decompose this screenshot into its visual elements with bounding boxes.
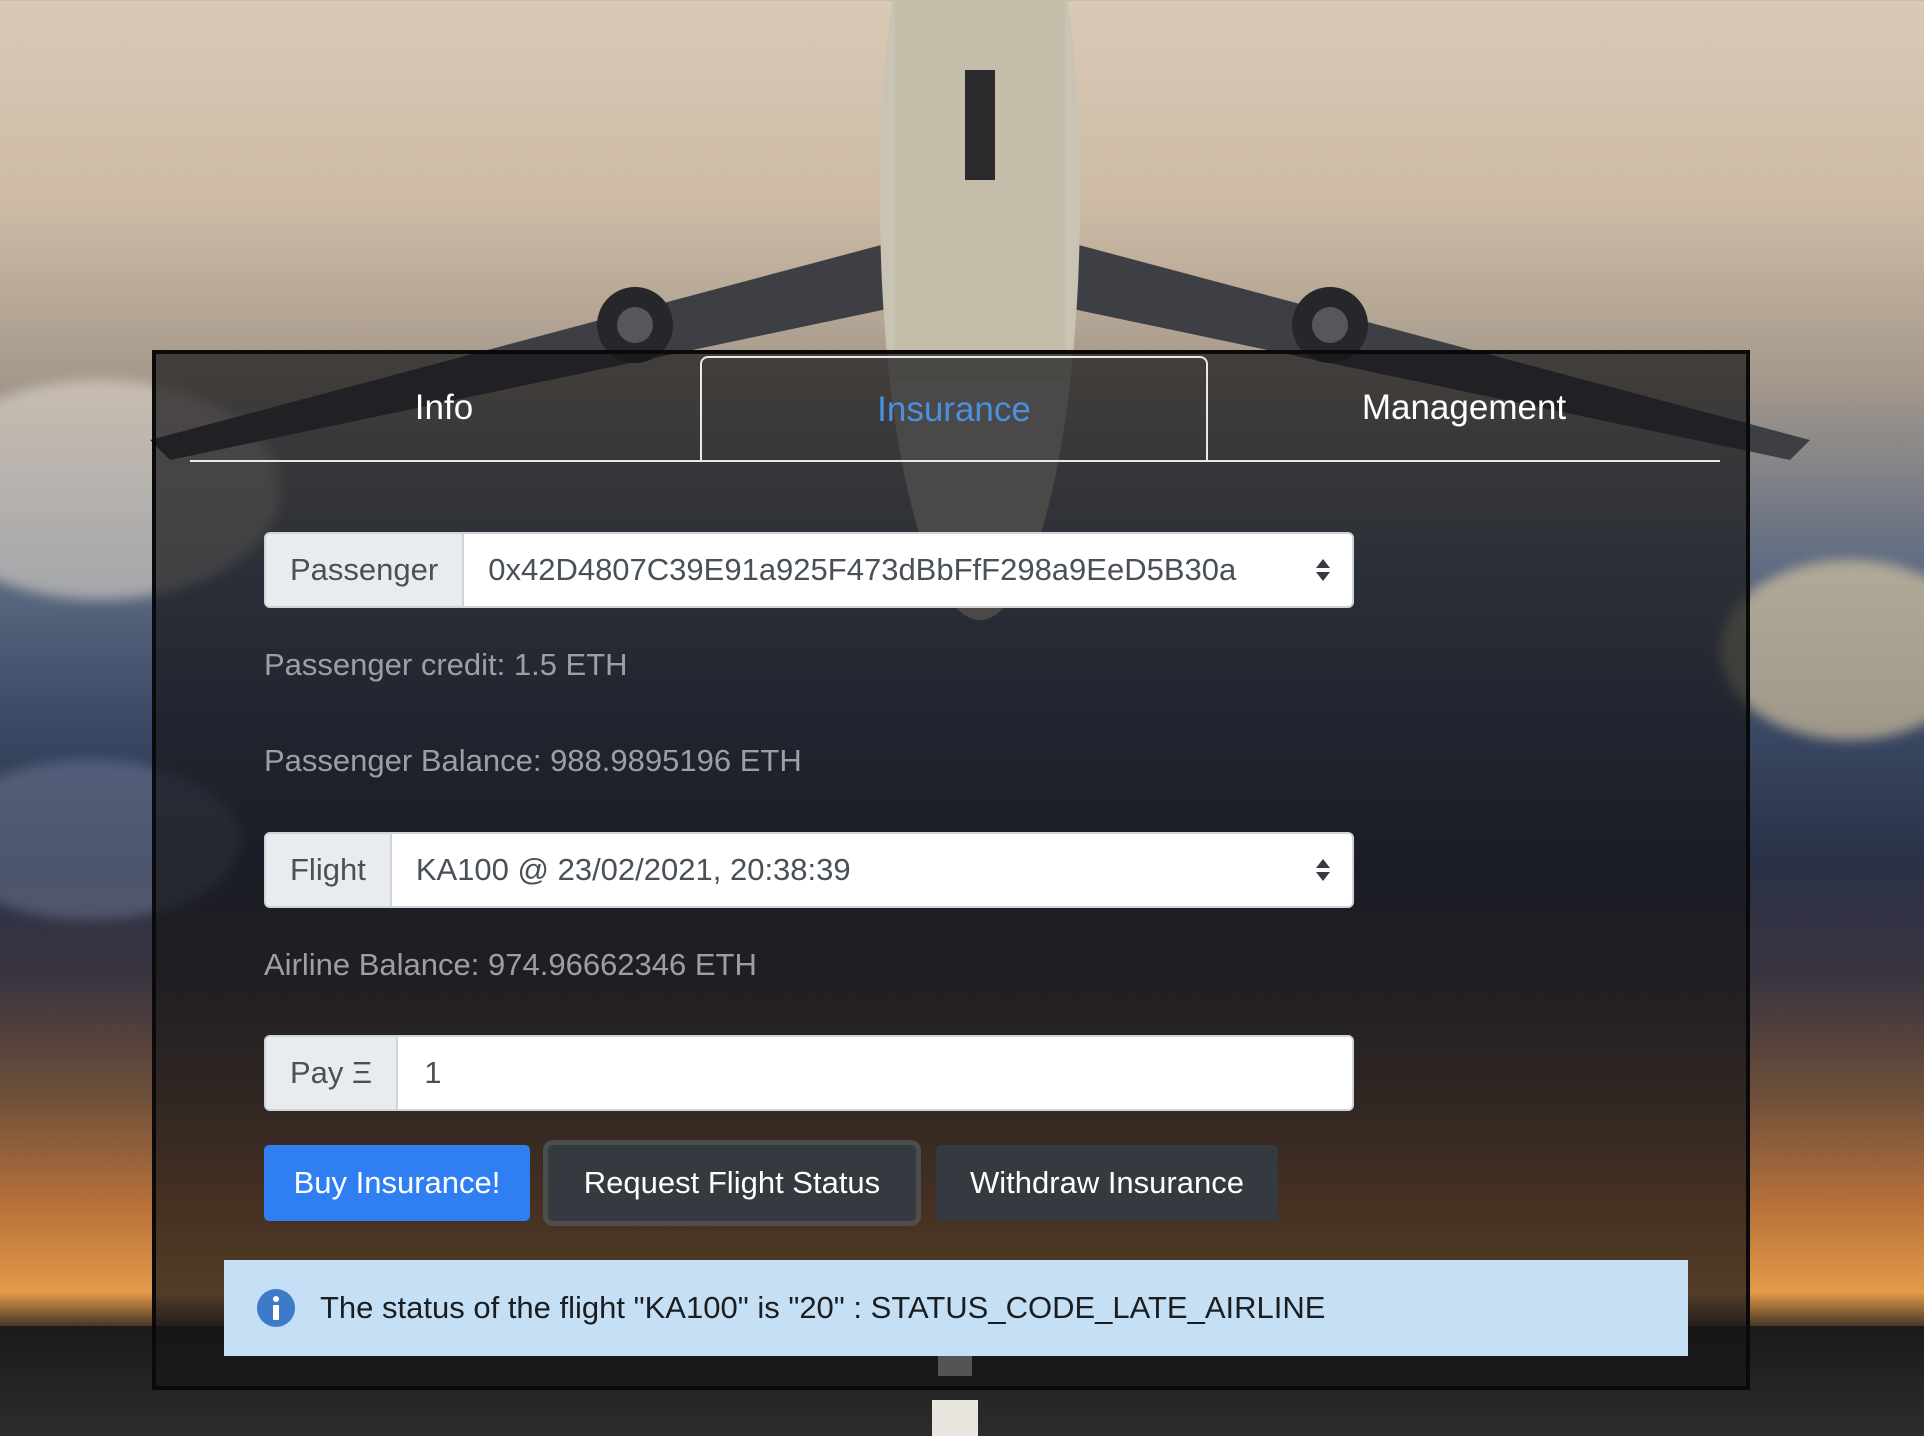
pay-addon: Pay Ξ bbox=[266, 1037, 399, 1109]
pay-field bbox=[398, 1037, 1352, 1109]
tab-info-label: Info bbox=[414, 388, 474, 427]
buy-insurance-button[interactable]: Buy Insurance! bbox=[264, 1145, 530, 1221]
passenger-select[interactable]: 0x42D4807C39E91a925F473dBbFfF298a9EeD5B3… bbox=[464, 534, 1352, 606]
airline-balance-text: Airline Balance: 974.96662346 ETH bbox=[264, 947, 757, 982]
tab-insurance[interactable]: Insurance bbox=[700, 356, 1208, 462]
passenger-addon: Passenger bbox=[266, 534, 465, 606]
tab-management[interactable]: Management bbox=[1210, 356, 1718, 460]
passenger-balance-text: Passenger Balance: 988.9895196 ETH bbox=[264, 743, 802, 778]
tab-management-label: Management bbox=[1361, 388, 1567, 427]
select-arrows-icon bbox=[1316, 859, 1330, 881]
status-alert: The status of the flight "KA100" is "20"… bbox=[224, 1260, 1688, 1356]
flight-select[interactable]: KA100 @ 23/02/2021, 20:38:39 bbox=[391, 834, 1352, 906]
passenger-select-group: Passenger 0x42D4807C39E91a925F473dBbFfF2… bbox=[264, 532, 1354, 608]
flight-select-group: Flight KA100 @ 23/02/2021, 20:38:39 bbox=[264, 832, 1354, 908]
main-panel: Info Insurance Management Passenger 0x42… bbox=[152, 350, 1750, 1390]
status-alert-message: The status of the flight "KA100" is "20"… bbox=[320, 1290, 1326, 1325]
request-flight-status-button[interactable]: Request Flight Status bbox=[548, 1145, 916, 1221]
withdraw-insurance-button[interactable]: Withdraw Insurance bbox=[936, 1145, 1278, 1221]
select-arrows-icon bbox=[1316, 559, 1330, 581]
tab-insurance-label: Insurance bbox=[877, 390, 1031, 429]
tab-info[interactable]: Info bbox=[190, 356, 698, 460]
pay-amount-input[interactable] bbox=[422, 1054, 1328, 1092]
passenger-select-value: 0x42D4807C39E91a925F473dBbFfF298a9EeD5B3… bbox=[488, 552, 1237, 587]
flight-addon: Flight bbox=[266, 834, 392, 906]
pay-input-group: Pay Ξ bbox=[264, 1035, 1354, 1111]
passenger-credit-text: Passenger credit: 1.5 ETH bbox=[264, 647, 628, 682]
info-circle-icon bbox=[257, 1289, 295, 1327]
flight-select-value: KA100 @ 23/02/2021, 20:38:39 bbox=[415, 852, 851, 887]
tab-bar: Info Insurance Management bbox=[190, 354, 1720, 462]
